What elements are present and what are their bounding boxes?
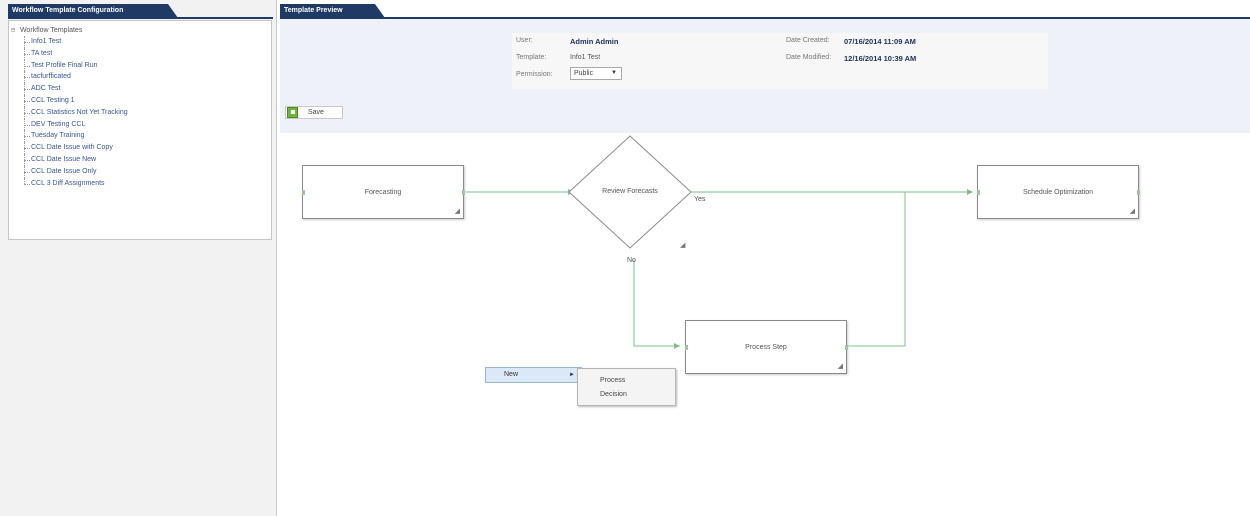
output-port[interactable] xyxy=(845,345,848,350)
process-node-process-step[interactable]: Process Step ◢ xyxy=(685,320,848,374)
user-value: Admin Admin xyxy=(570,37,619,46)
edge-label-no: No xyxy=(627,257,636,264)
permission-value: Public xyxy=(574,70,594,77)
collapse-icon[interactable]: ⊟ xyxy=(11,25,18,36)
tree-item[interactable]: ADC Test xyxy=(11,83,269,95)
tree-item[interactable]: TA test xyxy=(11,47,269,60)
input-port[interactable] xyxy=(977,190,980,195)
connector-review-to-process-no xyxy=(633,260,680,347)
chevron-down-icon: ▼ xyxy=(611,70,617,76)
tree-item[interactable]: CCL Testing 1 xyxy=(11,94,269,107)
date-modified-value: 12/16/2014 10:39 AM xyxy=(844,54,917,63)
date-modified-label: Date Modified: xyxy=(786,54,832,61)
node-label: Schedule Optimization xyxy=(1022,188,1094,196)
resize-handle-icon[interactable]: ◢ xyxy=(838,363,843,370)
tree-item[interactable]: Test Profile Final Run xyxy=(11,59,269,72)
tree-item[interactable]: CCL Date Issue New xyxy=(11,153,269,166)
date-created-label: Date Created: xyxy=(786,37,830,44)
template-value: Info1 Test xyxy=(570,54,601,61)
output-port[interactable] xyxy=(462,190,465,195)
submenu-arrow-icon: ► xyxy=(569,372,575,378)
process-node-schedule-optimization[interactable]: Schedule Optimization ◢ xyxy=(977,165,1140,219)
process-node-forecasting[interactable]: Forecasting ◢ xyxy=(302,165,465,219)
template-preview-tab[interactable]: Template Preview xyxy=(280,4,385,18)
template-info-box: User: Admin Admin Template: Info1 Test P… xyxy=(512,33,1048,89)
edge-label-yes: Yes xyxy=(694,196,706,203)
left-panel-empty-area xyxy=(8,240,272,510)
save-icon xyxy=(287,107,298,118)
input-port[interactable] xyxy=(302,190,305,195)
tree-item[interactable]: CCL Date Issue with Copy xyxy=(11,142,269,154)
tree-item[interactable]: Info1 Test xyxy=(11,36,269,48)
resize-handle-icon[interactable]: ◢ xyxy=(1130,208,1135,215)
tree-item[interactable]: DEV Testing CCL xyxy=(11,118,269,131)
node-label: Process Step xyxy=(745,343,787,351)
tree-item[interactable]: Tuesday Training xyxy=(11,130,269,142)
tree-item[interactable]: CCL Statistics Not Yet Tracking xyxy=(11,106,269,119)
tree-root-label[interactable]: Workflow Templates xyxy=(20,27,82,34)
arrowhead xyxy=(967,189,973,195)
date-created-value: 07/16/2014 11:09 AM xyxy=(844,37,916,46)
permission-label: Permission: xyxy=(516,71,553,78)
input-port[interactable] xyxy=(685,345,688,350)
workflow-canvas[interactable]: ◢ Forecasting ◢ Review Forecasts Schedul… xyxy=(280,133,1250,516)
workflow-template-configuration-tab[interactable]: Workflow Template Configuration xyxy=(8,4,178,18)
tab-underline xyxy=(8,17,273,19)
node-label: Forecasting xyxy=(364,188,402,196)
output-port[interactable] xyxy=(1137,190,1140,195)
template-info-header: User: Admin Admin Template: Info1 Test P… xyxy=(280,19,1250,133)
tree-item[interactable]: CCL Date Issue Only xyxy=(11,165,269,178)
template-tree: ⊟ Workflow Templates Info1 Test TA test … xyxy=(8,20,272,240)
context-menu-new[interactable]: New ► xyxy=(485,367,582,383)
tree-item[interactable]: tacfurfficated xyxy=(11,71,269,83)
connector-process-to-schedule xyxy=(848,192,906,347)
menu-item-process[interactable]: Process xyxy=(578,374,675,388)
resize-handle-diamond: ◢ xyxy=(680,242,686,249)
tree-items: Info1 Test TA test Test Profile Final Ru… xyxy=(11,36,269,189)
left-panel: Workflow Template Configuration ⊟ Workfl… xyxy=(0,0,277,516)
resize-handle-icon[interactable]: ◢ xyxy=(455,208,460,215)
permission-select[interactable]: Public ▼ xyxy=(570,67,622,80)
context-menu-new-label: New xyxy=(504,371,519,378)
template-label: Template: xyxy=(516,54,547,61)
arrowhead xyxy=(674,343,680,349)
save-label: Save xyxy=(308,109,324,116)
context-submenu: Process Decision xyxy=(577,368,676,406)
tree-root[interactable]: ⊟ Workflow Templates xyxy=(11,25,269,36)
user-label: User: xyxy=(516,37,533,44)
tree-item[interactable]: CCL 3 Diff Assignments xyxy=(11,177,269,190)
menu-item-decision[interactable]: Decision xyxy=(578,388,675,402)
decision-node-review-forecasts[interactable]: Review Forecasts xyxy=(580,188,680,195)
save-button[interactable]: Save xyxy=(285,106,343,119)
